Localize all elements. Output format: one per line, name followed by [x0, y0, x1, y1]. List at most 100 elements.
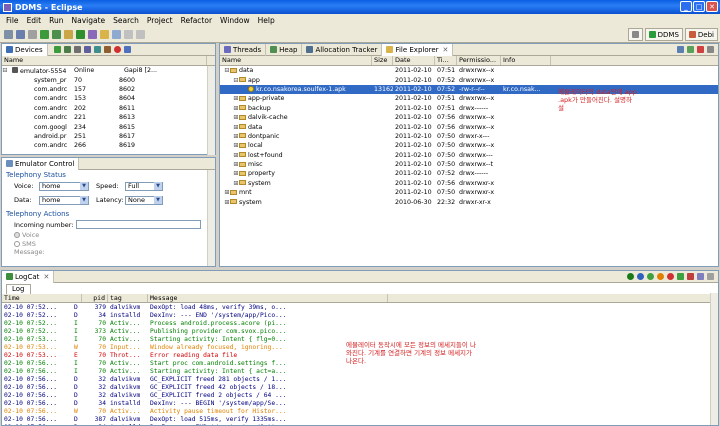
process-row[interactable]: com.googl 234 8615 [2, 122, 215, 131]
log-col-message[interactable]: Message [148, 294, 388, 302]
close-icon[interactable]: ✕ [443, 46, 449, 54]
devices-scrollbar[interactable] [207, 66, 215, 155]
fe-col-permissions[interactable]: Permissio... [457, 56, 501, 65]
log-row[interactable]: 02-10 07:52... D 379 dalvikvm DexOpt: load 4… [2, 303, 718, 311]
run-icon[interactable] [76, 30, 85, 39]
maximize-button[interactable]: □ [693, 1, 705, 12]
speed-select[interactable]: Full ▼ [125, 181, 163, 191]
folder-row[interactable]: ⊟ data 2011-02-10 07:51 drwxrwx--x [220, 66, 718, 75]
log-row[interactable]: 02-10 07:56... D 387 dalvikvm DexOpt: load 5… [2, 415, 718, 423]
pull-file-icon[interactable] [677, 46, 684, 53]
method-profiling-icon[interactable] [103, 46, 111, 53]
update-threads-icon[interactable] [93, 46, 101, 53]
voice-select[interactable]: home ▼ [39, 181, 89, 191]
dump-hprof-icon[interactable] [73, 46, 81, 53]
log-col-time[interactable]: Time [2, 294, 82, 302]
menu-search[interactable]: Search [109, 16, 143, 25]
minimize-button[interactable]: _ [680, 1, 692, 12]
menu-run[interactable]: Run [45, 16, 67, 25]
new-icon[interactable] [4, 30, 13, 39]
screen-capture-icon[interactable] [123, 46, 131, 53]
tab-emulator-control[interactable]: Emulator Control [2, 158, 80, 170]
log-row[interactable]: 02-10 07:56... I 70 Activ... Starting activi… [2, 367, 718, 375]
delete-icon[interactable] [697, 46, 704, 53]
delete-filter-icon[interactable] [687, 273, 694, 280]
back-icon[interactable] [124, 30, 133, 39]
update-heap-icon[interactable] [63, 46, 71, 53]
tab-allocation-tracker[interactable]: Allocation Tracker [302, 43, 383, 56]
add-filter-icon[interactable] [677, 273, 684, 280]
fe-col-time[interactable]: Ti... [435, 56, 457, 65]
menu-refactor[interactable]: Refactor [177, 16, 216, 25]
voice-radio[interactable]: Voice [2, 230, 215, 239]
log-row[interactable]: 02-10 07:52... I 70 Activ... Process android… [2, 319, 718, 327]
filter-debug-icon[interactable] [637, 273, 644, 280]
menu-window[interactable]: Window [216, 16, 254, 25]
cause-gc-icon[interactable] [83, 46, 91, 53]
log-row[interactable]: 02-10 07:56... D 34 installd DexInv: --- BEG… [2, 399, 718, 407]
process-row[interactable]: com.andrc 202 8611 [2, 104, 215, 113]
log-row[interactable]: 02-10 07:52... I 373 Activ... Publishing pro… [2, 327, 718, 335]
folder-row[interactable]: ⊟ app 2011-02-10 07:52 drwxrwx--x [220, 75, 718, 84]
tab-logcat[interactable]: LogCat ✕ [2, 271, 55, 283]
forward-icon[interactable] [136, 30, 145, 39]
view-menu-icon[interactable] [707, 46, 714, 53]
open-perspective-button[interactable] [627, 28, 643, 41]
log-row[interactable]: 02-10 07:56... D 32 dalvikvm GC_EXPLICIT fre… [2, 383, 718, 391]
folder-row[interactable]: ⊞ system 2010-06-30 22:32 drwxr-xr-x [220, 197, 718, 206]
stop-process-icon[interactable] [113, 46, 121, 53]
folder-row[interactable]: ⊞ lost+found 2011-02-10 07:50 drwxrwx--- [220, 151, 718, 160]
fe-col-name[interactable]: Name [220, 56, 372, 65]
process-row[interactable]: android.pr 251 8617 [2, 132, 215, 141]
perspective-debug[interactable]: Debi [684, 28, 718, 41]
tab-threads[interactable]: Threads [220, 43, 267, 56]
log-col-tag[interactable]: tag [108, 294, 148, 302]
tab-file-explorer[interactable]: File Explorer ✕ [382, 43, 454, 56]
fe-col-info[interactable]: Info [501, 56, 551, 65]
search-icon[interactable] [112, 30, 121, 39]
menu-file[interactable]: File [2, 16, 23, 25]
log-row[interactable]: 02-10 07:56... W 70 Activ... Activity pause … [2, 407, 718, 415]
folder-row[interactable]: ⊞ mnt 2011-02-10 07:50 drwxrwxr-x [220, 188, 718, 197]
fe-col-size[interactable]: Size [372, 56, 393, 65]
debug-process-icon[interactable] [53, 46, 61, 53]
process-row[interactable]: com.andrc 157 8602 [2, 85, 215, 94]
data-select[interactable]: home ▼ [39, 195, 89, 205]
debug-icon[interactable] [64, 30, 73, 39]
tab-log[interactable]: Log [6, 284, 31, 294]
external-tools-icon[interactable] [88, 30, 97, 39]
print-icon[interactable] [28, 30, 37, 39]
sms-radio[interactable]: SMS [2, 239, 215, 248]
filter-verbose-icon[interactable] [627, 273, 634, 280]
folder-row[interactable]: ⊞ data 2011-02-10 07:56 drwxrwx--x [220, 122, 718, 131]
fe-col-date[interactable]: Date [393, 56, 435, 65]
incoming-number-input[interactable] [76, 220, 202, 229]
devices-col-name[interactable]: Name [2, 56, 207, 65]
menu-help[interactable]: Help [254, 16, 279, 25]
emulator-control-scrollbar[interactable] [207, 170, 215, 266]
log-row[interactable]: 02-10 07:56... D 32 dalvikvm GC_EXPLICIT fre… [2, 375, 718, 383]
filter-info-icon[interactable] [647, 273, 654, 280]
menu-navigate[interactable]: Navigate [67, 16, 109, 25]
close-button[interactable]: ✕ [706, 1, 718, 12]
tab-devices[interactable]: Devices [2, 43, 48, 56]
close-icon[interactable]: ✕ [43, 273, 49, 281]
folder-row[interactable]: ⊞ dalvik-cache 2011-02-10 07:56 drwxrwx--x [220, 113, 718, 122]
save-icon[interactable] [16, 30, 25, 39]
filter-error-icon[interactable] [667, 273, 674, 280]
process-row[interactable]: system_pr 70 8600 [2, 75, 215, 84]
folder-row[interactable]: ⊞ system 2011-02-10 07:56 drwxrwxr-x [220, 179, 718, 188]
tab-heap[interactable]: Heap [266, 43, 303, 56]
menu-edit[interactable]: Edit [23, 16, 46, 25]
push-file-icon[interactable] [687, 46, 694, 53]
folder-row[interactable]: ⊞ dontpanic 2011-02-10 07:50 drwxr-x--- [220, 132, 718, 141]
perspective-ddms[interactable]: DDMS [644, 28, 683, 41]
device-row[interactable]: ⊟ emulator-5554 Online Gapi8 [2... [2, 66, 215, 75]
process-row[interactable]: com.andrc 153 8604 [2, 94, 215, 103]
folder-row[interactable]: ⊞ property 2011-02-10 07:52 drwx------ [220, 169, 718, 178]
log-row[interactable]: 02-10 07:52... D 34 installd DexInv: --- END… [2, 311, 718, 319]
filter-warn-icon[interactable] [657, 273, 664, 280]
menu-project[interactable]: Project [143, 16, 177, 25]
avd-manager-icon[interactable] [52, 30, 61, 39]
clear-log-icon[interactable] [707, 273, 714, 280]
